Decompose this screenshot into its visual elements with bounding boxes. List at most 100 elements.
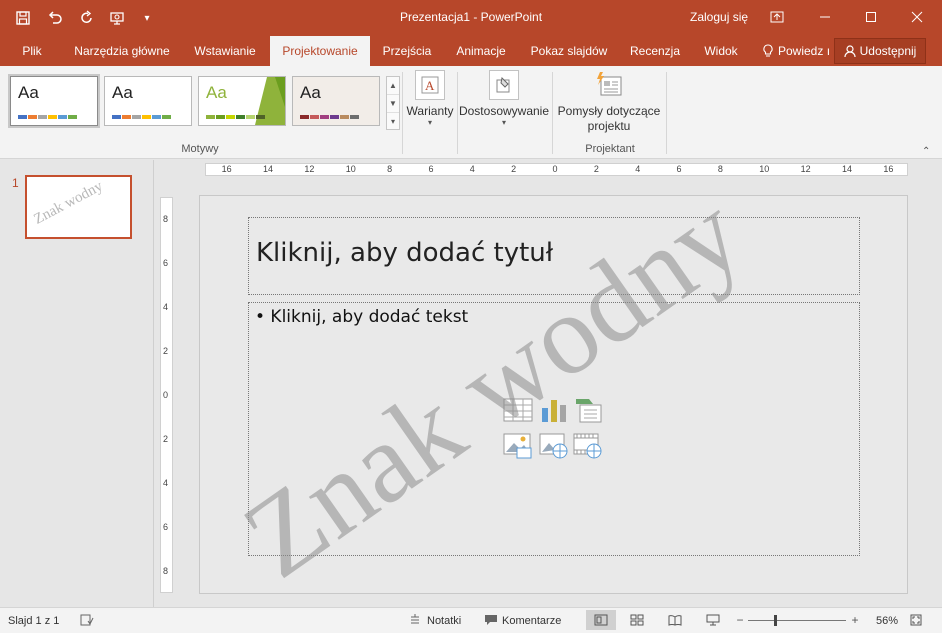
group-label-designer: Projektant (585, 143, 635, 155)
ruler-tick-label: 8 (163, 566, 169, 576)
tab-animations[interactable]: Animacje (446, 36, 516, 66)
ruler-tick-label: 2 (163, 346, 169, 356)
ruler-tick-label: 0 (552, 164, 558, 174)
reading-view-icon[interactable] (666, 612, 684, 628)
tell-me-label: Powiedz ı (778, 44, 831, 58)
customize-button[interactable]: Dostosowywanie ▾ (458, 70, 550, 127)
collapse-ribbon-icon[interactable]: ⌃ (922, 146, 930, 157)
spell-check-icon[interactable] (78, 612, 96, 628)
slide-thumbnail[interactable]: Znak wodny (25, 175, 132, 239)
ruler-tick-label: 8 (163, 214, 169, 224)
variants-icon: A (415, 70, 445, 100)
design-ideas-label: Pomysły dotyczące projektu (557, 104, 661, 133)
zoom-slider-thumb[interactable] (774, 615, 778, 626)
ribbon-display-options-icon[interactable] (754, 0, 800, 34)
ruler-tick-label: 6 (163, 258, 169, 268)
vertical-ruler: 8 6 4 2 0 2 4 6 8 (160, 197, 173, 593)
ruler-tick-label: 14 (841, 164, 852, 174)
design-ideas-icon (594, 70, 624, 100)
theme-office-2[interactable]: Aa (104, 76, 192, 126)
tab-home[interactable]: Narzędzia główne (64, 36, 180, 66)
share-button[interactable]: Udostępnij (834, 38, 926, 64)
insert-online-picture-icon[interactable] (539, 431, 569, 459)
theme-sample-text: Aa (18, 83, 39, 102)
ribbon-tabs: Plik Narzędzia główne Wstawianie Projekt… (0, 36, 942, 66)
ruler-tick-label: 2 (511, 164, 517, 174)
slideshow-icon[interactable] (704, 612, 722, 628)
close-icon[interactable] (894, 0, 940, 34)
theme-color-bars (112, 115, 171, 119)
insert-video-icon[interactable] (573, 431, 603, 459)
notes-button[interactable]: Notatki (427, 615, 461, 627)
tell-me-box[interactable]: Powiedz ı (762, 36, 830, 66)
ruler-tick-label: 12 (304, 164, 315, 174)
ribbon-design: Aa Aa Aa Aa ▲ ▼ ▾ Motywy A Warianty ▾ Do… (0, 66, 942, 159)
window-title: Prezentacja1 - PowerPoint (399, 10, 543, 24)
theme-office[interactable]: Aa (10, 76, 98, 126)
svg-text:A: A (425, 78, 435, 93)
content-placeholder-text: • Kliknij, aby dodać tekst (255, 307, 469, 327)
tab-view[interactable]: Widok (694, 36, 748, 66)
fit-to-window-icon[interactable] (907, 612, 925, 628)
ruler-tick-label: 16 (221, 164, 232, 174)
notes-icon[interactable] (406, 612, 424, 628)
chevron-down-icon: ▾ (501, 118, 506, 127)
status-bar: Slajd 1 z 1 Notatki Komentarze − + 56% (0, 607, 942, 633)
theme-sample-text: Aa (206, 83, 227, 102)
comments-button[interactable]: Komentarze (502, 615, 561, 627)
zoom-in-icon[interactable]: + (846, 612, 864, 628)
ruler-tick-label: 2 (163, 434, 169, 444)
slide-sorter-icon[interactable] (628, 612, 646, 628)
design-ideas-button[interactable]: Pomysły dotyczące projektu (556, 70, 662, 134)
share-label: Udostępnij (859, 44, 917, 58)
theme-color-bars (300, 115, 359, 119)
group-separator (666, 72, 667, 154)
group-separator (402, 72, 403, 154)
title-placeholder-text: Kliknij, aby dodać tytuł (256, 238, 554, 268)
thumbnail-watermark: Znak wodny (31, 178, 106, 228)
tab-file[interactable]: Plik (10, 36, 54, 66)
person-icon (844, 44, 856, 57)
group-separator (552, 72, 553, 154)
ruler-tick-label: 2 (593, 164, 599, 174)
ruler-tick-label: 10 (345, 164, 356, 174)
title-bar: ▾ Prezentacja1 - PowerPoint Zaloguj się (0, 0, 942, 36)
ruler-tick-label: 10 (759, 164, 770, 174)
theme-sample-text: Aa (112, 83, 133, 102)
ruler-tick-label: 12 (800, 164, 811, 174)
zoom-out-icon[interactable]: − (731, 612, 749, 628)
theme-integral[interactable]: Aa (292, 76, 380, 126)
ruler-tick-label: 4 (635, 164, 641, 174)
ruler-tick-label: 8 (387, 164, 393, 174)
ruler-tick-label: 6 (163, 522, 169, 532)
tab-insert[interactable]: Wstawianie (186, 36, 264, 66)
sign-in-link[interactable]: Zaloguj się (690, 10, 748, 24)
maximize-icon[interactable] (848, 0, 894, 34)
gallery-more-icon[interactable]: ▾ (387, 113, 399, 130)
ruler-tick-label: 4 (163, 478, 169, 488)
gallery-up-icon[interactable]: ▲ (387, 77, 399, 95)
zoom-level[interactable]: 56% (876, 615, 898, 627)
tab-design[interactable]: Projektowanie (270, 36, 370, 66)
tab-slide-show[interactable]: Pokaz slajdów (524, 36, 614, 66)
zoom-slider-track[interactable] (748, 620, 846, 621)
minimize-icon[interactable] (802, 0, 848, 34)
slides-pane: 1 Znak wodny (0, 160, 154, 607)
variants-label: Warianty (406, 104, 454, 118)
theme-color-bars (206, 115, 265, 119)
gallery-down-icon[interactable]: ▼ (387, 95, 399, 113)
variants-button[interactable]: A Warianty ▾ (404, 70, 456, 127)
normal-view-icon[interactable] (586, 610, 616, 630)
tab-review[interactable]: Recenzja (624, 36, 686, 66)
comments-icon[interactable] (482, 612, 500, 628)
slide-counter: Slajd 1 z 1 (8, 615, 60, 627)
ruler-tick-label: 6 (428, 164, 434, 174)
theme-facet[interactable]: Aa (198, 76, 286, 126)
ruler-tick-label: 16 (883, 164, 894, 174)
ruler-tick-label: 0 (163, 390, 169, 400)
ruler-tick-label: 4 (163, 302, 169, 312)
ruler-tick-label: 4 (469, 164, 475, 174)
ruler-tick-label: 6 (676, 164, 682, 174)
tab-transitions[interactable]: Przejścia (376, 36, 438, 66)
horizontal-ruler: 16 14 12 10 8 6 4 2 0 2 4 6 8 10 12 14 16 (205, 163, 908, 176)
